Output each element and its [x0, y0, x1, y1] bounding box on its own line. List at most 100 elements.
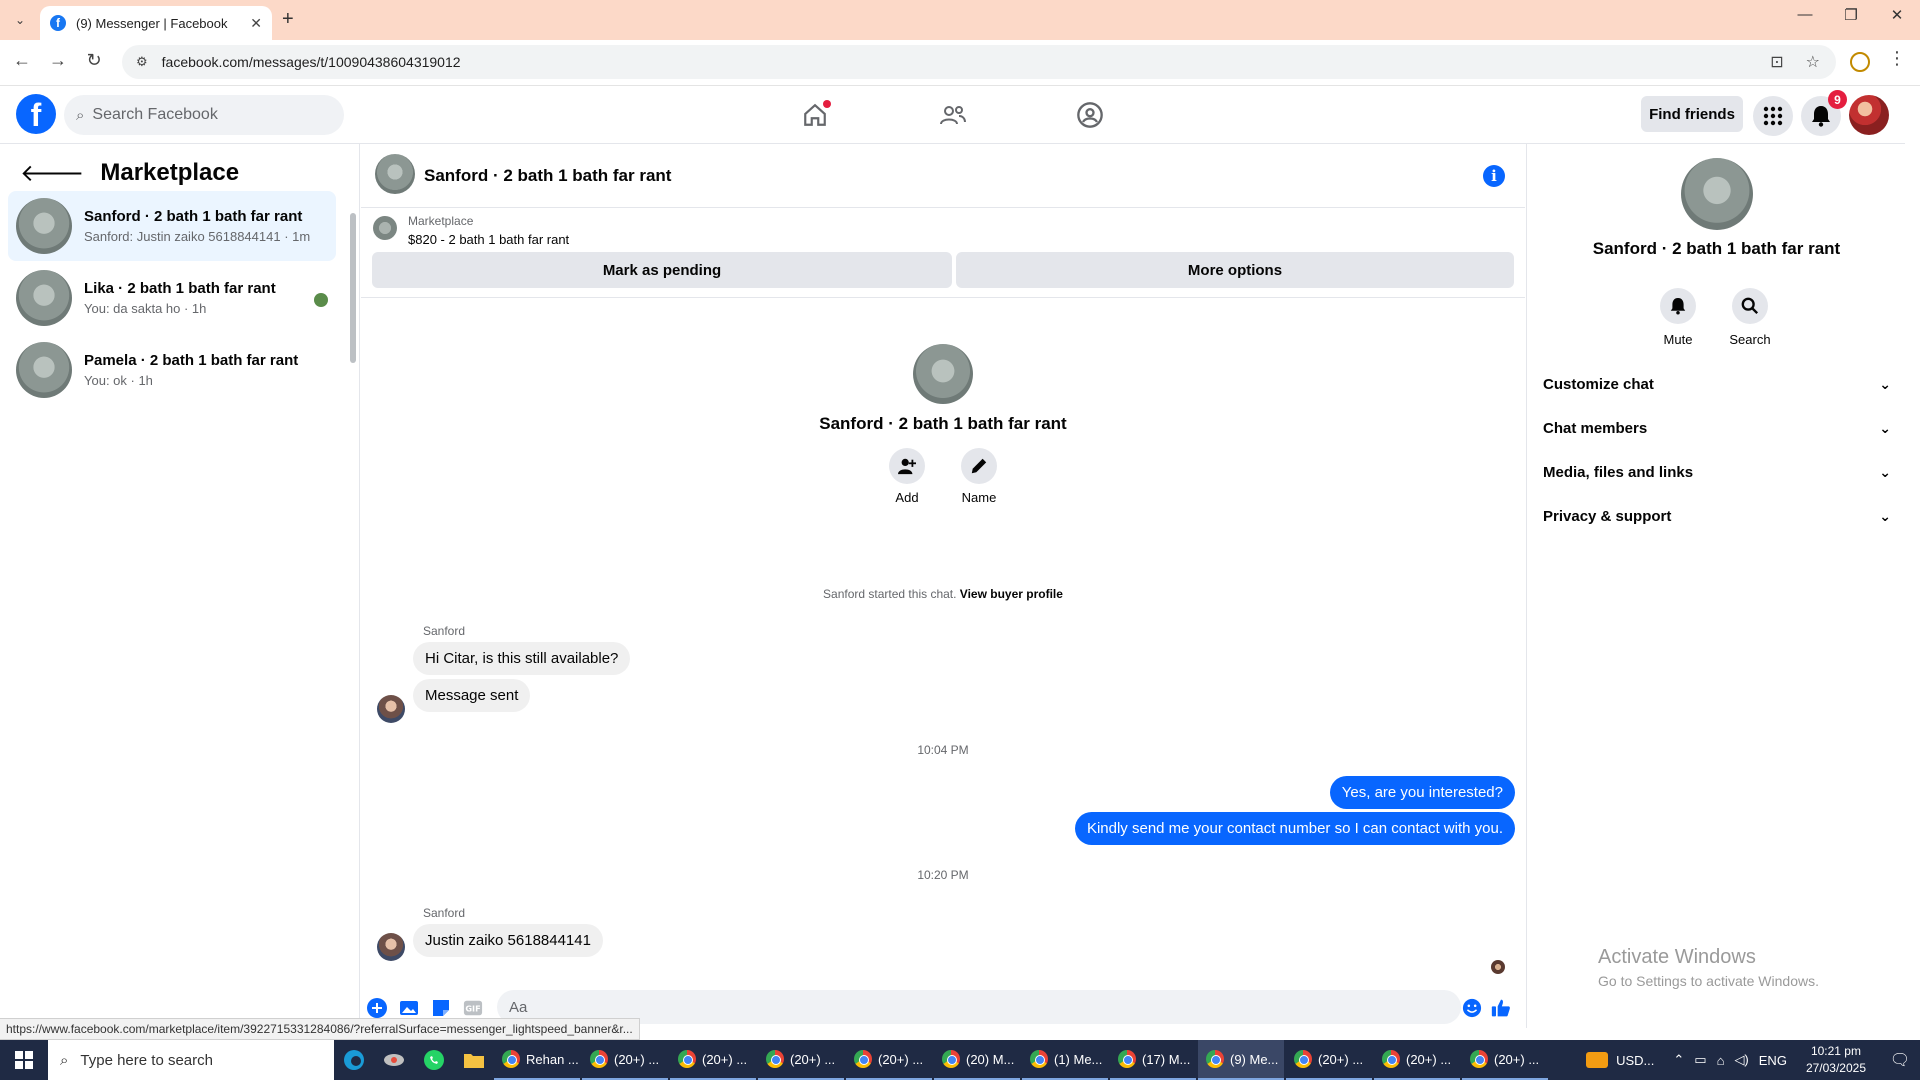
taskbar-window-button[interactable]: (20+) ... — [1374, 1040, 1460, 1080]
incoming-message[interactable]: Justin zaiko 5618844141 — [413, 924, 603, 957]
notifications-bell-icon[interactable]: 9 — [1801, 90, 1847, 136]
tab-close-icon[interactable]: ✕ — [250, 15, 262, 32]
browser-menu-icon[interactable]: ⋮ — [1888, 48, 1906, 69]
action-center-icon[interactable]: 🗨 — [1880, 1050, 1920, 1070]
volume-icon[interactable]: ◁) — [1734, 1052, 1748, 1068]
sender-avatar[interactable] — [377, 933, 405, 961]
media-files-links-row[interactable]: Media, files and links ⌄ — [1543, 454, 1891, 490]
restore-icon[interactable]: ❐ — [1828, 6, 1874, 24]
chat-avatar[interactable] — [375, 154, 415, 194]
taskbar-window-button[interactable]: (17) M... — [1110, 1040, 1196, 1080]
taskbar-clock[interactable]: 10:21 pm 27/03/2025 — [1806, 1043, 1866, 1077]
taskbar-window-button-active[interactable]: (9) Me... — [1198, 1040, 1284, 1080]
account-avatar[interactable] — [1849, 95, 1889, 135]
like-thumb-icon[interactable] — [1491, 998, 1511, 1018]
photo-attach-icon[interactable] — [399, 998, 419, 1018]
name-chat-button[interactable]: Name — [961, 448, 997, 505]
sticker-icon[interactable] — [431, 998, 451, 1018]
sidebar-scrollbar[interactable] — [349, 199, 357, 384]
window-close-icon[interactable]: ✕ — [1874, 6, 1920, 24]
listing-thumbnail[interactable] — [373, 216, 397, 240]
add-people-button[interactable]: Add — [889, 448, 925, 505]
taskbar-window-button[interactable]: Rehan ... — [494, 1040, 580, 1080]
taskbar-window-button[interactable]: (1) Me... — [1022, 1040, 1108, 1080]
home-nav-icon[interactable] — [797, 98, 833, 132]
mute-button[interactable]: Mute — [1648, 288, 1708, 347]
language-indicator[interactable]: ENG — [1759, 1053, 1787, 1068]
file-explorer-icon[interactable] — [454, 1040, 494, 1080]
privacy-support-row[interactable]: Privacy & support ⌄ — [1543, 498, 1891, 534]
currency-icon — [1586, 1052, 1609, 1068]
sender-avatar[interactable] — [377, 695, 405, 723]
reload-icon[interactable]: ↻ — [80, 50, 108, 76]
message-timestamp: 10:04 PM — [917, 743, 969, 757]
section-label: Chat members — [1543, 419, 1648, 437]
gif-icon[interactable]: GIF — [463, 998, 483, 1018]
find-friends-button[interactable]: Find friends — [1641, 96, 1743, 132]
taskbar-search-input[interactable]: ⌕ Type here to search — [48, 1040, 334, 1080]
forward-arrow-icon[interactable]: → — [44, 50, 72, 76]
windows-start-icon[interactable] — [0, 1040, 48, 1080]
more-options-button[interactable]: More options — [956, 252, 1514, 288]
meet-now-icon[interactable]: ▭ — [1694, 1052, 1706, 1068]
chat-title[interactable]: Sanford · 2 bath 1 bath far rant — [424, 166, 671, 186]
back-arrow-icon[interactable]: ← — [8, 50, 36, 76]
conversation-name: Lika · 2 bath 1 bath far rant — [84, 280, 276, 297]
site-settings-icon[interactable]: ⚙ — [136, 54, 148, 70]
pinned-app-icon[interactable] — [374, 1040, 414, 1080]
tab-search-chevron-icon[interactable]: ⌄ — [8, 8, 32, 32]
menu-grid-icon[interactable] — [1753, 96, 1793, 136]
whatsapp-icon[interactable] — [414, 1040, 454, 1080]
browser-profile-icon[interactable] — [1850, 52, 1870, 72]
conversation-item[interactable]: Lika · 2 bath 1 bath far rant You: da sa… — [8, 263, 336, 333]
search-in-chat-button[interactable]: Search — [1720, 288, 1780, 347]
customize-chat-row[interactable]: Customize chat ⌄ — [1543, 366, 1891, 402]
emoji-icon[interactable] — [1462, 998, 1482, 1018]
taskbar-window-button[interactable]: (20) M... — [934, 1040, 1020, 1080]
network-icon[interactable]: ⌂ — [1717, 1053, 1725, 1068]
message-sender-name: Sanford — [423, 906, 466, 920]
taskbar-window-button[interactable]: (20+) ... — [758, 1040, 844, 1080]
info-icon[interactable]: i — [1483, 165, 1505, 187]
browser-tab-messenger[interactable]: f (9) Messenger | Facebook ✕ — [40, 6, 272, 40]
outgoing-message[interactable]: Yes, are you interested? — [1329, 776, 1515, 809]
more-actions-plus-icon[interactable] — [367, 998, 387, 1018]
chat-profile-avatar[interactable] — [913, 344, 973, 404]
facebook-search-input[interactable]: ⌕ Search Facebook — [64, 95, 344, 135]
edge-browser-icon[interactable] — [334, 1040, 374, 1080]
minimize-icon[interactable]: — — [1782, 6, 1828, 23]
taskbar-window-button[interactable]: (20+) ... — [582, 1040, 668, 1080]
back-arrow-icon[interactable]: 🡐 — [20, 158, 84, 188]
currency-widget[interactable]: USD... — [1586, 1052, 1654, 1068]
taskbar-window-button[interactable]: (20+) ... — [670, 1040, 756, 1080]
incoming-message[interactable]: Message sent — [413, 679, 531, 712]
friends-nav-icon[interactable] — [935, 98, 971, 132]
chat-members-row[interactable]: Chat members ⌄ — [1543, 410, 1891, 446]
chevron-up-icon[interactable]: ⌃ — [1673, 1052, 1684, 1068]
add-label: Add — [895, 490, 919, 505]
info-avatar[interactable] — [1681, 158, 1753, 230]
incoming-message[interactable]: Hi Citar, is this still available? — [413, 642, 631, 675]
new-tab-plus-icon[interactable]: + — [282, 8, 294, 31]
url-omnibox[interactable]: ⚙ facebook.com/messages/t/10090438604319… — [122, 45, 1836, 79]
groups-nav-icon[interactable] — [1072, 98, 1108, 132]
conversation-item[interactable]: Sanford · 2 bath 1 bath far rant Sanford… — [8, 191, 336, 261]
listing-price[interactable]: $820 - 2 bath 1 bath far rant — [408, 232, 569, 247]
taskbar-window-button[interactable]: (20+) ... — [1462, 1040, 1548, 1080]
taskbar-window-button[interactable]: (20+) ... — [1286, 1040, 1372, 1080]
search-icon: ⌕ — [60, 1051, 69, 1069]
page-scrollbar[interactable] — [1905, 86, 1920, 1040]
conversation-item[interactable]: Pamela · 2 bath 1 bath far rant You: ok … — [8, 335, 336, 405]
install-app-icon[interactable]: ⊡ — [1770, 52, 1783, 72]
mark-as-pending-button[interactable]: Mark as pending — [372, 252, 952, 288]
browser-address-bar: ← → ↻ ⚙ facebook.com/messages/t/10090438… — [0, 40, 1920, 86]
taskbar-window-button[interactable]: (20+) ... — [846, 1040, 932, 1080]
outgoing-message[interactable]: Kindly send me your contact number so I … — [1074, 812, 1515, 845]
sidebar-scrollbar-thumb[interactable] — [350, 213, 356, 363]
message-input[interactable]: Aa — [497, 990, 1461, 1024]
facebook-logo-icon[interactable]: f — [16, 94, 56, 134]
bookmark-star-icon[interactable]: ☆ — [1806, 52, 1820, 72]
taskbar-window-label: (20+) ... — [878, 1051, 924, 1067]
view-buyer-profile-link[interactable]: View buyer profile — [960, 587, 1063, 601]
seen-avatar — [314, 293, 328, 307]
